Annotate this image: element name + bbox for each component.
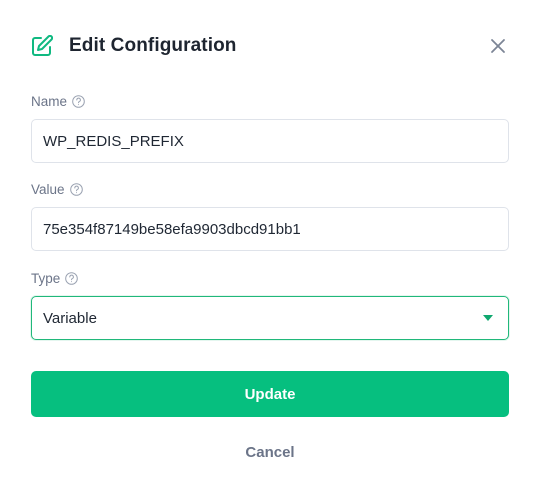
name-input[interactable]: WP_REDIS_PREFIX xyxy=(31,119,509,163)
edit-icon xyxy=(31,35,53,57)
help-circle-icon[interactable] xyxy=(65,271,79,285)
close-button[interactable] xyxy=(488,36,508,56)
type-label-text: Type xyxy=(31,270,61,286)
help-circle-icon[interactable] xyxy=(72,94,85,108)
name-field-group: Name WP_REDIS_PREFIX xyxy=(31,92,509,163)
type-select-value: Variable xyxy=(43,309,97,327)
type-field-group: Type Variable xyxy=(31,269,509,340)
close-icon xyxy=(491,39,505,53)
name-label: Name xyxy=(31,92,509,110)
value-label: Value xyxy=(31,180,509,198)
type-select[interactable]: Variable xyxy=(31,296,509,340)
dialog-header: Edit Configuration xyxy=(31,30,510,62)
caret-down-icon xyxy=(483,315,493,321)
dialog-title: Edit Configuration xyxy=(69,35,237,56)
name-input-value: WP_REDIS_PREFIX xyxy=(43,132,184,150)
value-field-group: Value 75e354f87149be58efa9903dbcd91bb1 xyxy=(31,180,509,251)
update-button[interactable]: Update xyxy=(31,371,509,417)
edit-configuration-dialog: Edit Configuration Name WP_REDIS_PREFIX xyxy=(0,0,541,487)
help-circle-icon[interactable] xyxy=(69,182,83,196)
value-input[interactable]: 75e354f87149be58efa9903dbcd91bb1 xyxy=(31,207,509,251)
value-input-value: 75e354f87149be58efa9903dbcd91bb1 xyxy=(43,220,301,238)
value-label-text: Value xyxy=(31,181,65,197)
name-label-text: Name xyxy=(31,93,68,109)
cancel-button[interactable]: Cancel xyxy=(31,440,509,464)
type-label: Type xyxy=(31,269,509,287)
